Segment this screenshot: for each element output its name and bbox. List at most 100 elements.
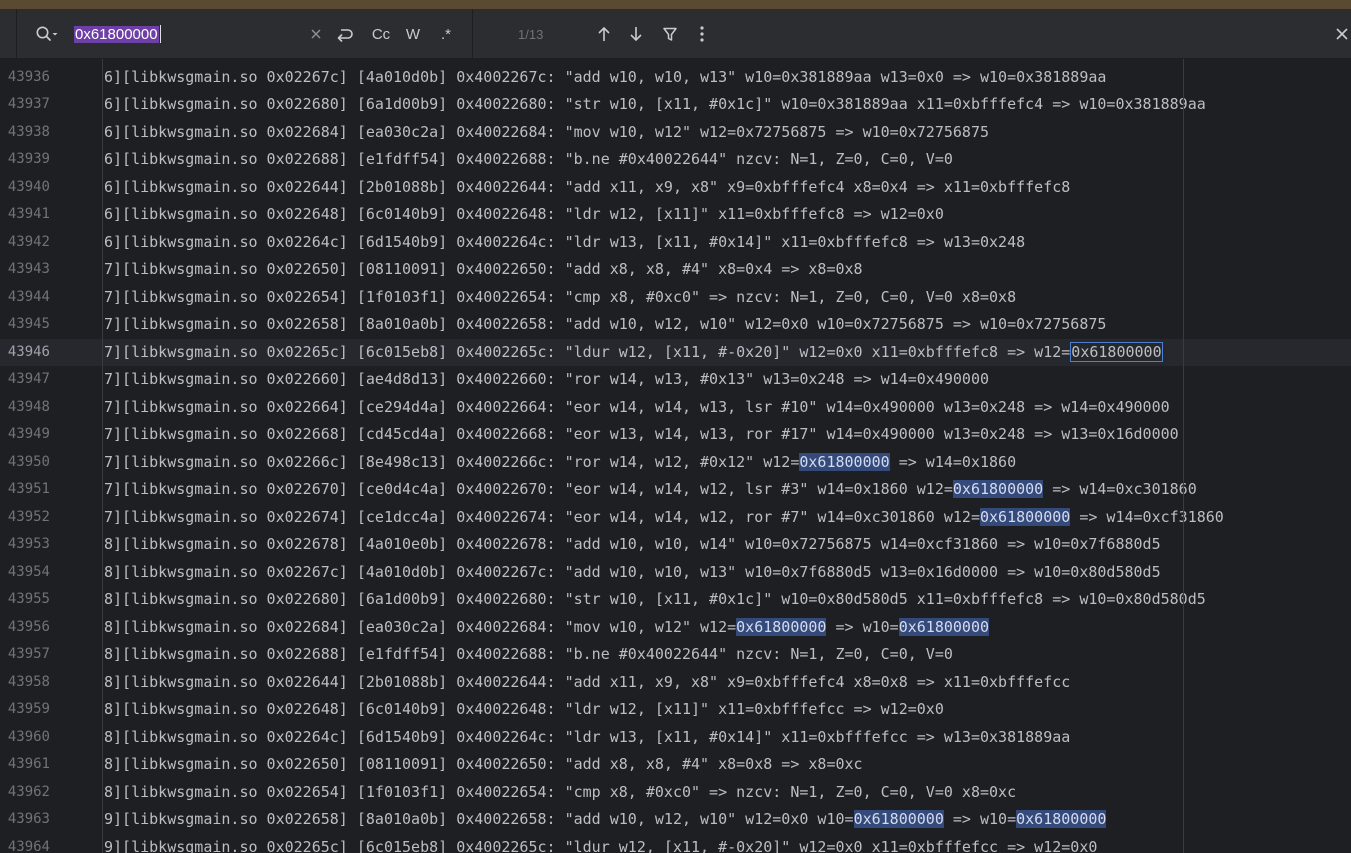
code-line[interactable]: 43944 7][libkwsgmain.so 0x022654] [1f0103… [0,284,1351,312]
code-segment: 8][libkwsgmain.so 0x022688] [e1fdff54] 0… [104,645,953,663]
line-text: 8][libkwsgmain.so 0x022654] [1f0103f1] 0… [104,779,1016,807]
code-line[interactable]: 43960 8][libkwsgmain.so 0x02264c] [6d1540… [0,724,1351,752]
code-segment: 7][libkwsgmain.so 0x022654] [1f0103f1] 0… [104,287,1017,306]
code-line[interactable]: 43954 8][libkwsgmain.so 0x02267c] [4a010d… [0,559,1351,587]
code-line[interactable]: 43948 7][libkwsgmain.so 0x022664] [ce294d… [0,394,1351,422]
code-line[interactable]: 43958 8][libkwsgmain.so 0x022644] [2b0108… [0,669,1351,697]
code-segment: 6][libkwsgmain.so 0x022648] [6c0140b9] 0… [104,205,944,223]
line-number: 43938 [7,123,50,140]
filter-icon[interactable] [659,22,681,46]
code-segment: => w10= [943,810,1017,828]
line-number: 43953 [7,536,50,552]
code-line[interactable]: 43943 7][libkwsgmain.so 0x022650] [081100… [0,256,1351,284]
line-number: 43937 [7,96,50,112]
code-segment: => w14=0x1860 [889,452,1017,471]
regex-toggle[interactable]: .* [434,22,458,46]
line-number: 43945 [7,316,50,332]
search-match-highlight: 0x61800000 [979,507,1071,526]
code-line[interactable]: 43945 7][libkwsgmain.so 0x022658] [8a010a… [0,311,1351,339]
line-text: 9][libkwsgmain.so 0x022658] [8a010a0b] 0… [104,806,1107,834]
line-text: 6][libkwsgmain.so 0x022648] [6c0140b9] 0… [104,201,944,229]
line-text: 6][libkwsgmain.so 0x022680] [6a1d00b9] 0… [104,91,1206,119]
line-text: 8][libkwsgmain.so 0x022688] [e1fdff54] 0… [104,641,953,669]
code-line[interactable]: 43959 8][libkwsgmain.so 0x022648] [6c0140… [0,696,1351,724]
code-line[interactable]: 43947 7][libkwsgmain.so 0x022660] [ae4d8d… [0,366,1351,394]
code-segment: 8][libkwsgmain.so 0x02267c] [4a010d0b] 0… [104,562,1161,581]
line-number: 43959 [7,701,50,717]
text-caret [159,25,161,43]
code-line[interactable]: 43950 7][libkwsgmain.so 0x02266c] [8e498c… [0,449,1351,477]
line-text: 7][libkwsgmain.so 0x02265c] [6c015eb8] 0… [104,339,1163,367]
line-text: 7][libkwsgmain.so 0x022664] [ce294d4a] 0… [104,394,1170,422]
code-segment: 6][libkwsgmain.so 0x022684] [ea030c2a] 0… [104,122,990,141]
code-line[interactable]: 43938 6][libkwsgmain.so 0x022684] [ea030c… [0,119,1351,147]
code-line[interactable]: 43946 7][libkwsgmain.so 0x02265c] [6c015e… [0,338,1351,367]
code-line[interactable]: 43957 8][libkwsgmain.so 0x022688] [e1fdff… [0,641,1351,669]
code-segment: 6][libkwsgmain.so 0x02264c] [6d1540b9] 0… [104,232,1026,251]
find-bar: 0x61800000 Cc W .* 1/13 [0,9,1351,59]
match-case-toggle[interactable]: Cc [368,22,394,46]
code-line[interactable]: 43951 7][libkwsgmain.so 0x022670] [ce0d4c… [0,476,1351,504]
line-number: 43948 [7,398,50,415]
close-icon[interactable] [1334,22,1351,46]
code-line[interactable]: 43937 6][libkwsgmain.so 0x022680] [6a1d00… [0,91,1351,119]
gutter-divider [102,59,103,853]
line-text: 7][libkwsgmain.so 0x022668] [cd45cd4a] 0… [104,421,1179,449]
search-match-highlight: 0x61800000 [853,810,944,828]
line-text: 7][libkwsgmain.so 0x022654] [1f0103f1] 0… [104,284,1016,312]
line-text: 8][libkwsgmain.so 0x02267c] [4a010d0b] 0… [104,559,1161,587]
clear-icon[interactable] [306,22,326,46]
line-text: 6][libkwsgmain.so 0x02264c] [6d1540b9] 0… [104,229,1025,257]
findbar-left-edge [16,9,17,59]
code-line[interactable]: 43941 6][libkwsgmain.so 0x022648] [6c0140… [0,201,1351,229]
line-text: 7][libkwsgmain.so 0x022650] [08110091] 0… [104,256,863,284]
line-text: 8][libkwsgmain.so 0x022678] [4a010e0b] 0… [104,531,1161,559]
match-counter: 1/13 [518,26,544,42]
line-text: 7][libkwsgmain.so 0x022658] [8a010a0b] 0… [104,311,1106,339]
code-segment: 6][libkwsgmain.so 0x02267c] [4a010d0b] 0… [104,67,1107,86]
up-arrow-icon[interactable] [593,22,615,46]
search-input-value: 0x61800000 [74,25,159,43]
down-arrow-icon[interactable] [625,22,647,46]
code-line[interactable]: 43936 6][libkwsgmain.so 0x02267c] [4a010d… [0,64,1351,92]
line-text: 6][libkwsgmain.so 0x022684] [ea030c2a] 0… [104,119,989,147]
newline-icon[interactable] [333,22,357,46]
line-number: 43957 [7,646,50,662]
line-number: 43936 [7,68,50,85]
code-line[interactable]: 43964 9][libkwsgmain.so 0x02265c] [6c015e… [0,834,1351,853]
code-segment: 9][libkwsgmain.so 0x022658] [8a010a0b] 0… [104,810,854,828]
search-input[interactable]: 0x61800000 [74,23,304,45]
code-line[interactable]: 43956 8][libkwsgmain.so 0x022684] [ea030c… [0,614,1351,642]
code-line[interactable]: 43953 8][libkwsgmain.so 0x022678] [4a010e… [0,531,1351,559]
line-text: 7][libkwsgmain.so 0x02266c] [8e498c13] 0… [104,449,1016,477]
line-text: 7][libkwsgmain.so 0x022670] [ce0d4c4a] 0… [104,476,1197,504]
more-options-icon[interactable] [692,22,712,46]
code-line[interactable]: 43961 8][libkwsgmain.so 0x022650] [081100… [0,751,1351,779]
line-number: 43963 [7,811,50,827]
code-line[interactable]: 43962 8][libkwsgmain.so 0x022654] [1f0103… [0,779,1351,807]
line-number: 43956 [7,618,50,635]
line-number: 43940 [7,178,50,195]
code-segment: => w14=0xcf31860 [1070,507,1224,526]
code-segment: 8][libkwsgmain.so 0x022648] [6c0140b9] 0… [104,700,944,718]
code-line[interactable]: 43952 7][libkwsgmain.so 0x022674] [ce1dcc… [0,504,1351,532]
code-line[interactable]: 43942 6][libkwsgmain.so 0x02264c] [6d1540… [0,229,1351,257]
code-line[interactable]: 43955 8][libkwsgmain.so 0x022680] [6a1d00… [0,586,1351,614]
code-line[interactable]: 43949 7][libkwsgmain.so 0x022668] [cd45cd… [0,421,1351,449]
search-match-highlight: 0x61800000 [898,617,990,636]
code-line[interactable]: 43940 6][libkwsgmain.so 0x022644] [2b0108… [0,174,1351,202]
whole-words-toggle[interactable]: W [402,22,424,46]
line-text: 8][libkwsgmain.so 0x022684] [ea030c2a] 0… [104,614,990,642]
code-line[interactable]: 43939 6][libkwsgmain.so 0x022688] [e1fdff… [0,146,1351,174]
code-segment: 7][libkwsgmain.so 0x02265c] [6c015eb8] 0… [104,342,1071,361]
search-match-highlight: 0x61800000 [736,617,827,636]
search-history-icon[interactable] [34,22,60,46]
code-segment: 6][libkwsgmain.so 0x022680] [6a1d00b9] 0… [104,95,1206,113]
code-segment: 7][libkwsgmain.so 0x022670] [ce0d4c4a] 0… [104,480,953,498]
line-number: 43964 [7,838,50,853]
line-text: 8][libkwsgmain.so 0x022650] [08110091] 0… [104,751,863,779]
line-text: 9][libkwsgmain.so 0x02265c] [6c015eb8] 0… [104,834,1097,853]
code-editor[interactable]: 43936 6][libkwsgmain.so 0x02267c] [4a010d… [0,59,1351,853]
code-line[interactable]: 43963 9][libkwsgmain.so 0x022658] [8a010a… [0,806,1351,834]
line-number: 43952 [7,508,50,525]
